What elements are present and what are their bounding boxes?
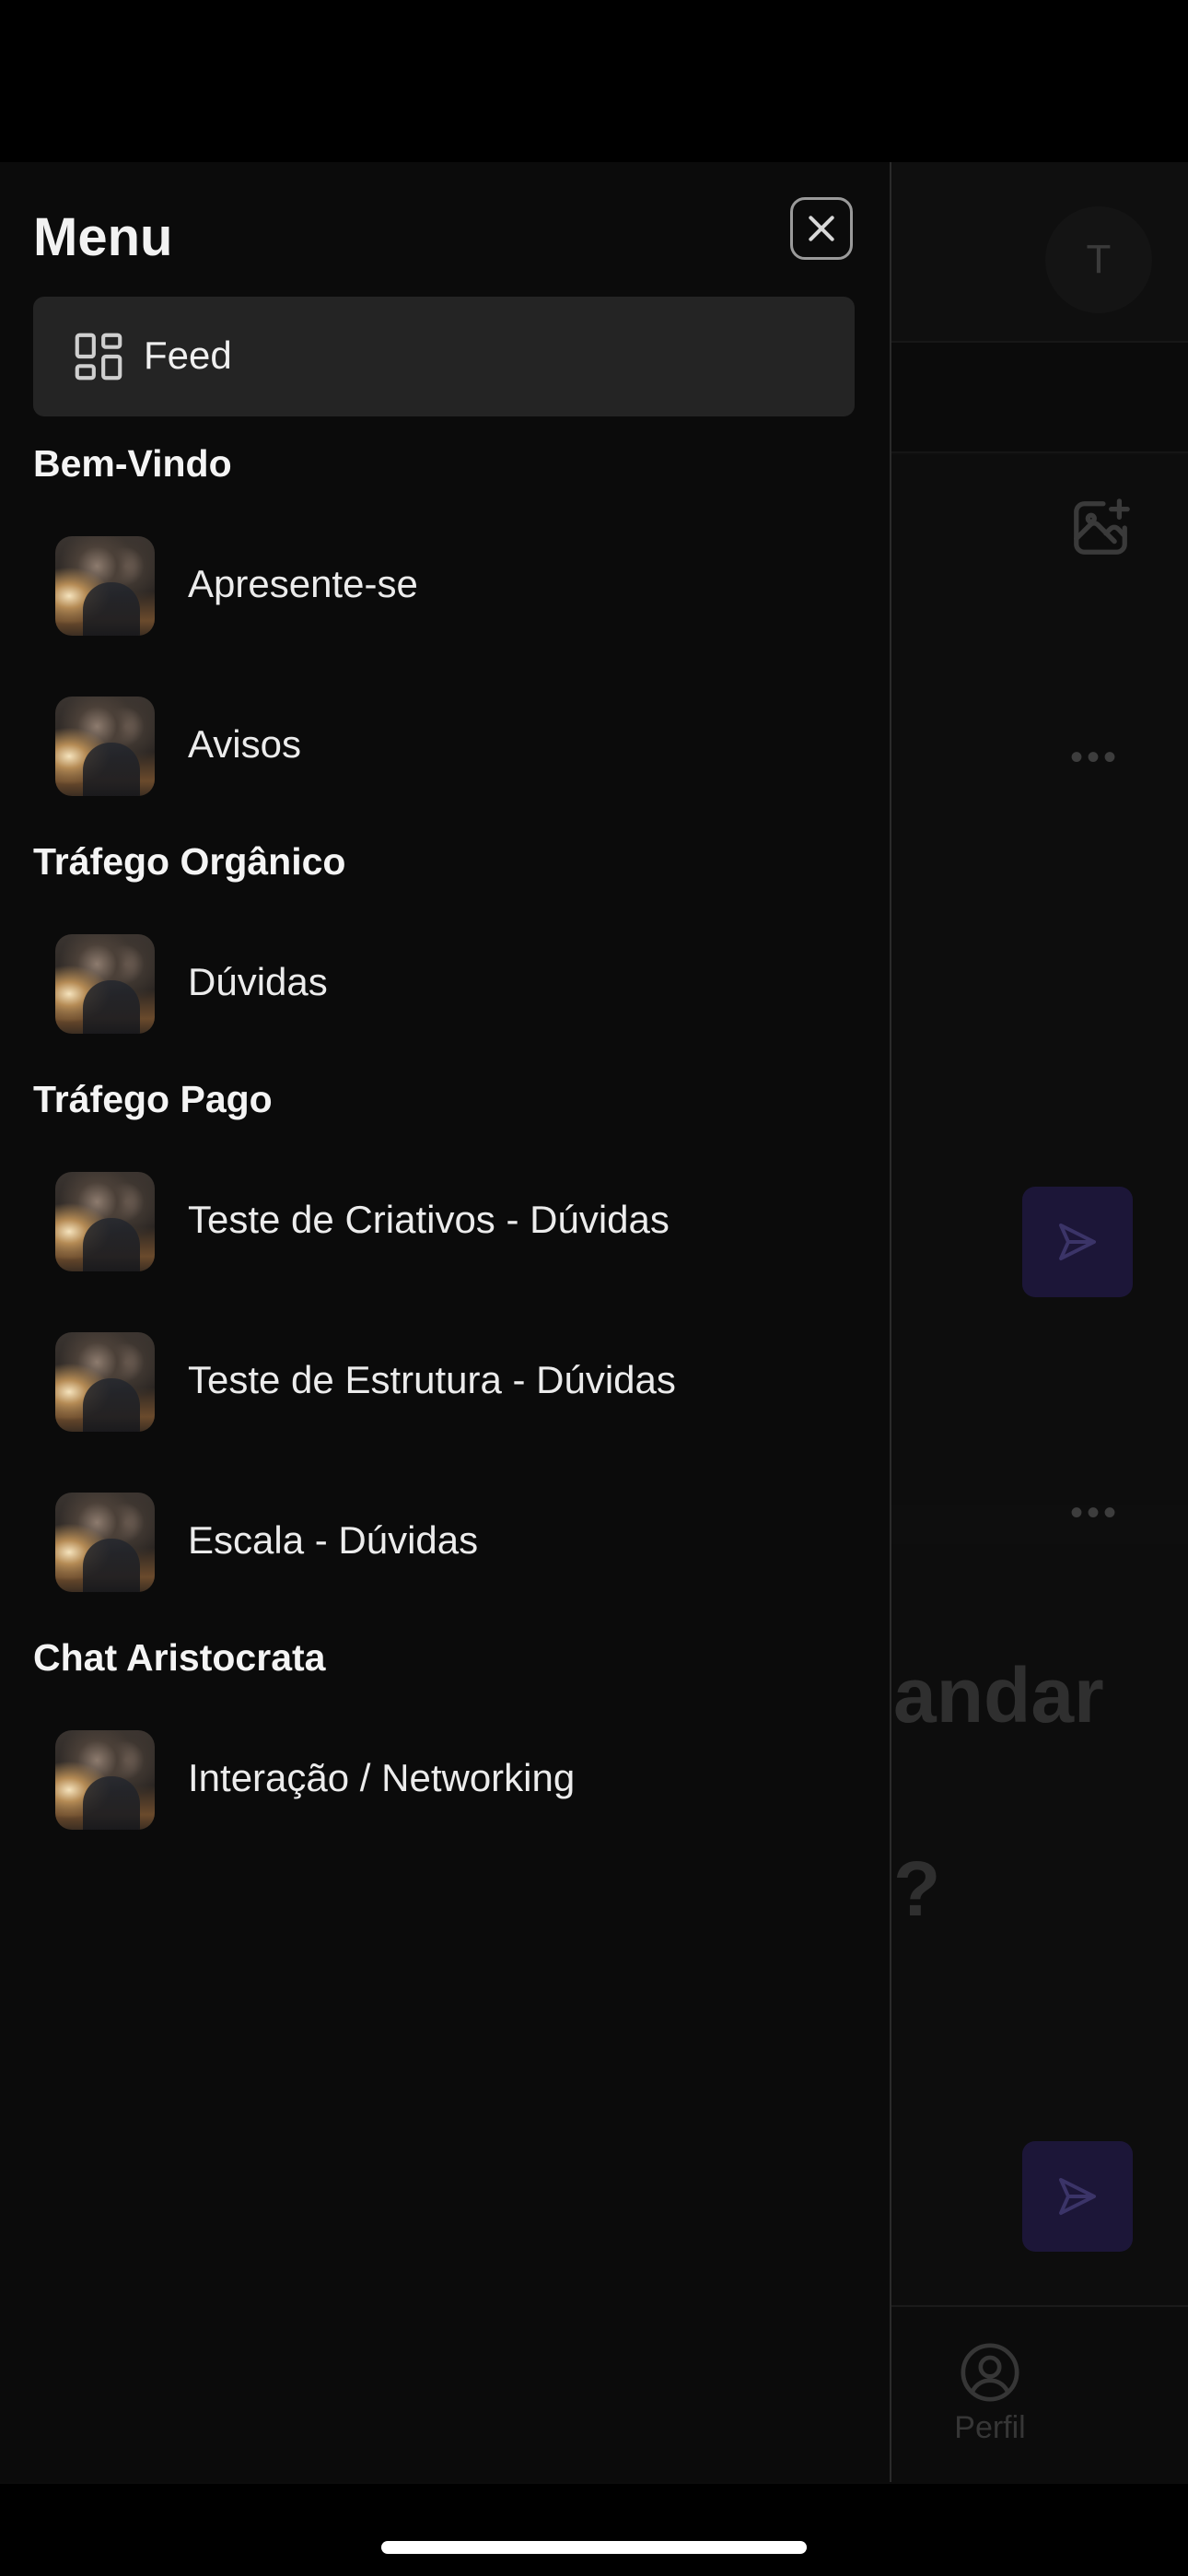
- channel-thumbnail: [55, 536, 155, 636]
- channel-thumbnail: [55, 1493, 155, 1592]
- feed-label: Feed: [144, 334, 232, 377]
- send-button: [1022, 1187, 1133, 1297]
- channel-label: Escala - Dúvidas: [188, 1518, 479, 1562]
- channel-thumbnail: [55, 697, 155, 796]
- avatar: T: [1045, 206, 1152, 313]
- section-title-chat-aristocrata: Chat Aristocrata: [33, 1636, 326, 1679]
- status-bar: [0, 0, 1188, 162]
- section-title-bem-vindo: Bem-Vindo: [33, 442, 232, 485]
- channel-item-teste-de-criativos[interactable]: Teste de Criativos - Dúvidas: [33, 1157, 855, 1286]
- channel-thumbnail: [55, 1332, 155, 1432]
- channel-item-duvidas[interactable]: Dúvidas: [33, 919, 855, 1048]
- tab-profile-label: Perfil: [954, 2410, 1026, 2445]
- channel-label: Interação / Networking: [188, 1756, 576, 1799]
- channel-item-teste-de-estrutura[interactable]: Teste de Estrutura - Dúvidas: [33, 1317, 855, 1446]
- channel-thumbnail: [55, 934, 155, 1034]
- dashboard-grid-icon: [75, 333, 122, 381]
- send-icon: [1059, 1224, 1096, 1260]
- channel-label: Apresente-se: [188, 562, 418, 605]
- background-post-text: andar: [893, 1652, 1104, 1739]
- send-icon: [1059, 2178, 1096, 2215]
- more-options-icon: •••: [1070, 1493, 1121, 1533]
- feed-menu-item[interactable]: Feed: [33, 297, 855, 416]
- home-indicator[interactable]: [381, 2541, 807, 2554]
- drawer-title: Menu: [33, 207, 173, 267]
- more-options-icon: •••: [1070, 737, 1121, 778]
- close-button[interactable]: [790, 197, 853, 260]
- close-icon: [809, 216, 834, 241]
- background-post-text: ?: [893, 1845, 941, 1932]
- app-screen: T ••• ••• andar ? Perfil Menu Feed Bem-V…: [0, 0, 1188, 2576]
- channel-item-escala[interactable]: Escala - Dúvidas: [33, 1478, 855, 1607]
- channel-label: Dúvidas: [188, 960, 328, 1003]
- send-button: [1022, 2141, 1133, 2252]
- section-title-trafego-organico: Tráfego Orgânico: [33, 840, 346, 883]
- channel-label: Teste de Criativos - Dúvidas: [188, 1198, 670, 1241]
- channel-label: Avisos: [188, 722, 301, 766]
- channel-item-apresente-se[interactable]: Apresente-se: [33, 521, 855, 650]
- profile-icon: [961, 2343, 1019, 2402]
- channel-item-interacao-networking[interactable]: Interação / Networking: [33, 1715, 855, 1844]
- channel-label: Teste de Estrutura - Dúvidas: [188, 1358, 676, 1401]
- channel-thumbnail: [55, 1730, 155, 1830]
- channel-thumbnail: [55, 1172, 155, 1271]
- section-title-trafego-pago: Tráfego Pago: [33, 1078, 273, 1120]
- channel-item-avisos[interactable]: Avisos: [33, 682, 855, 811]
- add-image-icon: [1074, 498, 1130, 555]
- menu-drawer: Menu Feed Bem-Vindo Apresente-se Avisos: [0, 162, 891, 2482]
